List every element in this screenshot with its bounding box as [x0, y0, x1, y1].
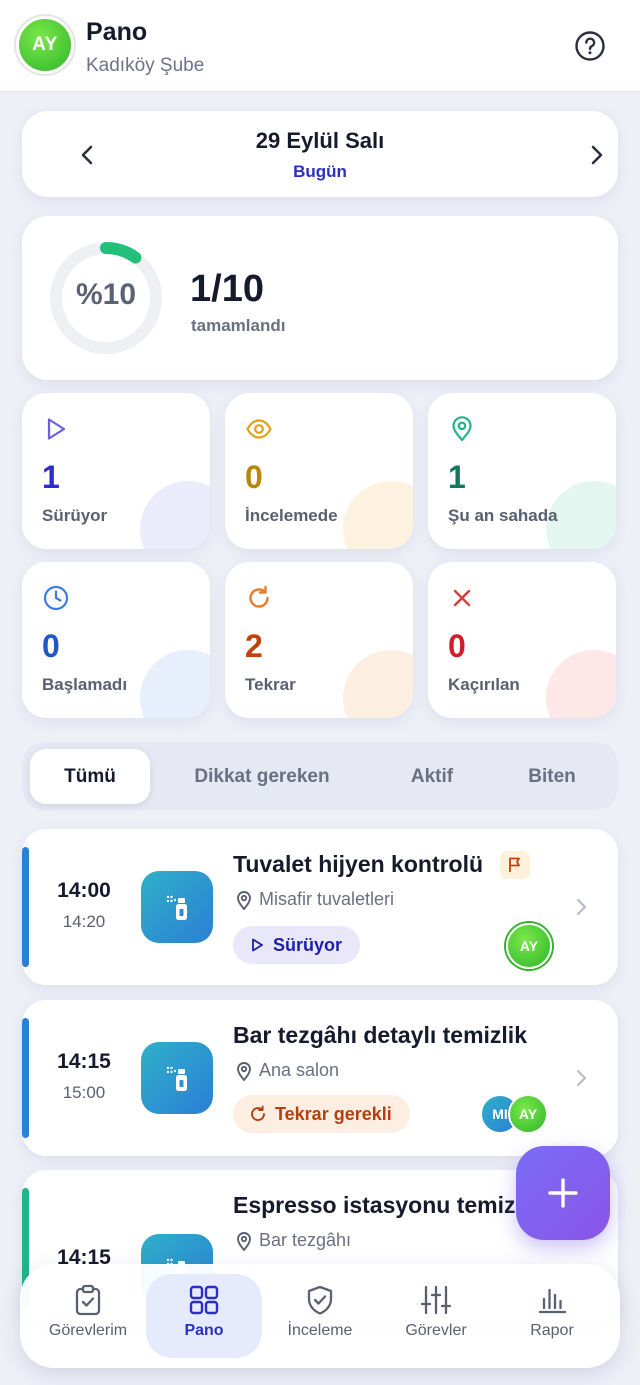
chevron-right-icon	[591, 145, 603, 165]
nav-dashboard[interactable]: Pano	[146, 1274, 262, 1358]
nav-label: Rapor	[530, 1322, 574, 1339]
app-header: AY Pano Kadıköy Şube	[0, 0, 640, 92]
tab-needs-attention[interactable]: Dikkat gereken	[172, 749, 352, 804]
stat-missed[interactable]: 0 Kaçırılan	[428, 562, 616, 718]
stat-not-started[interactable]: 0 Başlamadı	[22, 562, 210, 718]
help-button[interactable]	[574, 30, 606, 62]
spray-bottle-icon	[141, 1042, 213, 1114]
status-label: Sürüyor	[273, 934, 343, 955]
chevron-right-icon	[576, 1069, 587, 1087]
refresh-icon	[251, 1105, 265, 1121]
stat-label: Başlamadı	[42, 675, 128, 694]
task-accent-bar	[22, 847, 29, 967]
shield-check-icon	[307, 1285, 333, 1315]
nav-my-tasks[interactable]: Görevlerim	[30, 1274, 146, 1358]
stat-label: Şu an sahada	[448, 506, 558, 525]
status-badge: Sürüyor	[233, 926, 361, 964]
stat-running[interactable]: 1 Sürüyor	[22, 393, 210, 549]
bottom-navigation: Görevlerim Pano İnceleme Görevler Rapor	[20, 1264, 620, 1368]
grid-icon	[189, 1285, 219, 1315]
stat-label: Tekrar	[245, 675, 296, 694]
task-card[interactable]: 14:15 15:00 Bar tezgâhı detaylı temizlik…	[22, 1000, 618, 1156]
assignee-avatar[interactable]: AY	[508, 1094, 548, 1134]
stat-value: 0	[448, 628, 466, 664]
nav-label: Pano	[184, 1322, 224, 1339]
play-icon	[47, 418, 66, 440]
nav-label: Görevlerim	[48, 1322, 128, 1339]
stat-decoration	[343, 481, 413, 549]
stat-in-review[interactable]: 0 İncelemede	[225, 393, 413, 549]
task-card[interactable]: 14:00 14:20 Tuvalet hijyen kontrolü Misa…	[22, 829, 618, 985]
assignee-avatar[interactable]: AY	[506, 923, 552, 969]
task-location: Bar tezgâhı	[259, 1230, 352, 1250]
task-location: Ana salon	[259, 1060, 340, 1080]
avatar[interactable]: AY	[16, 16, 74, 74]
task-start-time: 14:00	[57, 879, 111, 902]
map-pin-icon	[452, 416, 472, 442]
map-pin-icon	[237, 891, 251, 910]
page-title: Pano	[86, 18, 148, 46]
completed-label: tamamlandı	[191, 316, 286, 335]
stat-on-site[interactable]: 1 Şu an sahada	[428, 393, 616, 549]
stat-value: 0	[245, 459, 263, 495]
stat-value: 0	[42, 628, 60, 664]
sliders-icon	[420, 1285, 452, 1315]
nav-tasks[interactable]: Görevler	[378, 1274, 494, 1358]
stat-value: 1	[448, 459, 466, 495]
current-date: 29 Eylül Salı	[255, 128, 385, 153]
stat-repeat[interactable]: 2 Tekrar	[225, 562, 413, 718]
tab-done[interactable]: Biten	[502, 749, 602, 804]
plus-icon	[548, 1178, 578, 1208]
task-location: Misafir tuvaletleri	[259, 889, 395, 909]
filter-tabs: Tümü Dikkat gereken Aktif Biten	[22, 742, 618, 810]
tab-active[interactable]: Aktif	[382, 749, 482, 804]
stat-value: 2	[245, 628, 263, 664]
completed-count: 1/10	[190, 268, 264, 310]
add-task-button[interactable]	[516, 1146, 610, 1240]
date-navigator: 29 Eylül Salı Bugün	[22, 111, 618, 197]
nav-label: İnceleme	[287, 1322, 353, 1339]
clock-icon	[43, 585, 69, 611]
branch-name: Kadıköy Şube	[86, 55, 205, 76]
help-circle-icon	[575, 31, 605, 61]
tab-all[interactable]: Tümü	[30, 749, 150, 804]
task-end-time: 14:20	[62, 912, 106, 931]
stat-decoration	[546, 650, 616, 718]
status-badge: Tekrar gerekli	[233, 1095, 410, 1133]
progress-card: %10 1/10 tamamlandı	[22, 216, 618, 380]
stat-value: 1	[42, 459, 60, 495]
task-accent-bar	[22, 1018, 29, 1138]
nav-report[interactable]: Rapor	[494, 1274, 610, 1358]
chevron-right-icon	[576, 898, 587, 916]
nav-review[interactable]: İnceleme	[262, 1274, 378, 1358]
bar-chart-icon	[538, 1288, 567, 1314]
map-pin-icon	[237, 1232, 251, 1251]
x-icon	[453, 589, 471, 607]
progress-percent: %10	[75, 278, 137, 311]
stat-label: Kaçırılan	[448, 675, 520, 694]
task-title: Espresso istasyonu temizliği	[233, 1192, 549, 1218]
stat-decoration	[140, 481, 210, 549]
task-title: Bar tezgâhı detaylı temizlik	[233, 1022, 527, 1048]
map-pin-icon	[237, 1062, 251, 1081]
spray-bottle-icon	[141, 871, 213, 943]
flag-icon	[500, 851, 530, 879]
stat-decoration	[343, 650, 413, 718]
stat-label: İncelemede	[245, 506, 338, 525]
task-title: Tuvalet hijyen kontrolü	[233, 851, 484, 877]
eye-icon	[246, 419, 272, 439]
refresh-icon	[249, 585, 269, 608]
today-label[interactable]: Bugün	[22, 162, 618, 182]
status-label: Tekrar gerekli	[275, 1103, 392, 1124]
nav-label: Görevler	[405, 1322, 467, 1339]
stat-label: Sürüyor	[42, 506, 108, 525]
play-icon	[252, 938, 263, 952]
task-end-time: 15:00	[62, 1083, 106, 1102]
task-start-time: 14:15	[57, 1050, 111, 1073]
next-day-button[interactable]	[582, 141, 610, 169]
clipboard-check-icon	[75, 1284, 101, 1316]
stat-decoration	[140, 650, 210, 718]
